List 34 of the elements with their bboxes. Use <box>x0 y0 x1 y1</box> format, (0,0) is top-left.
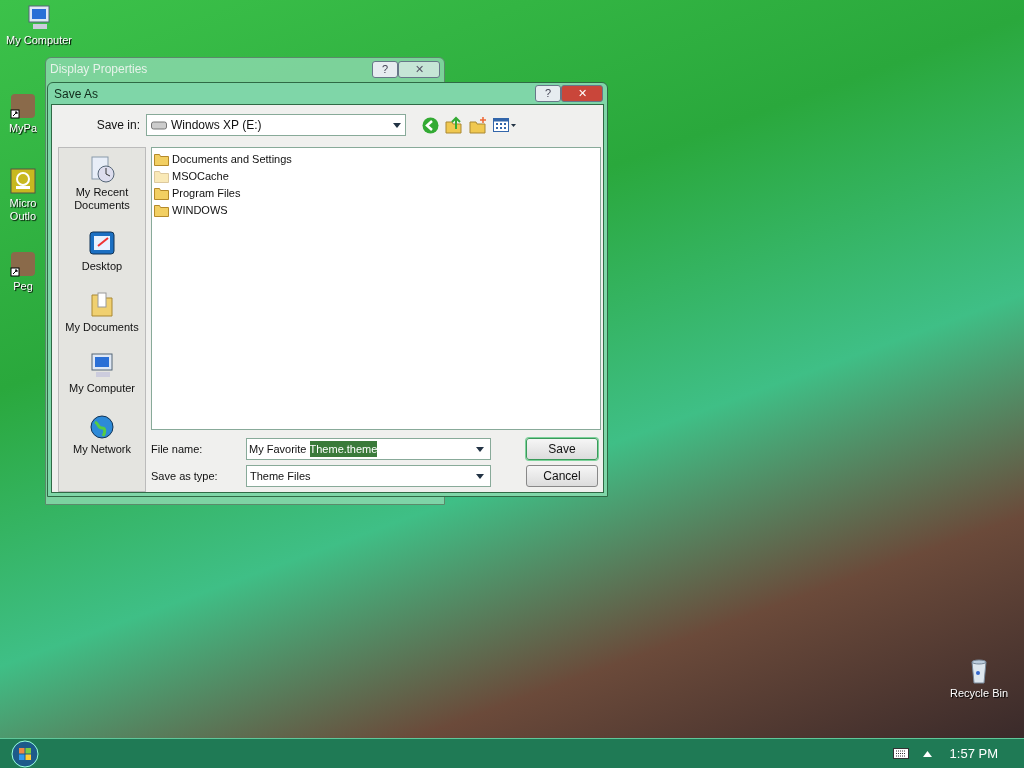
folder-name[interactable]: Documents and Settings <box>172 151 292 168</box>
folder-name[interactable]: MSOCache <box>172 168 229 185</box>
folder-name[interactable]: Program Files <box>172 185 241 202</box>
desktop-icon-label[interactable]: Recycle Bin <box>949 687 1009 700</box>
save-in-label: Save in: <box>95 117 141 134</box>
save-in-dropdown[interactable]: Windows XP (E:) <box>146 114 406 136</box>
dropdown-arrow-icon <box>476 446 484 452</box>
places-bar-item[interactable]: My Recent Documents <box>62 186 142 212</box>
dropdown-arrow-icon <box>476 473 484 479</box>
file-name-field[interactable]: My Favorite Theme.theme <box>246 438 491 460</box>
dropdown-arrow-icon <box>393 122 401 128</box>
folder-name[interactable]: WINDOWS <box>172 202 228 219</box>
folder-up-icon[interactable] <box>445 116 463 134</box>
field-label: File name: <box>151 441 204 457</box>
show-hidden-icons-icon[interactable] <box>922 750 932 757</box>
help-button[interactable]: ? <box>535 85 561 102</box>
clock[interactable]: 1:57 PM <box>949 743 998 764</box>
places-bar-item[interactable]: Desktop <box>62 260 142 273</box>
file-type-dropdown[interactable]: Theme Files <box>246 465 491 487</box>
drive-icon <box>151 120 167 130</box>
save-button[interactable]: Save <box>526 438 598 460</box>
keyboard-icon[interactable] <box>892 748 909 759</box>
field-label: Save as type: <box>151 468 219 484</box>
close-button[interactable]: ✕ <box>398 60 440 78</box>
start-button[interactable] <box>10 738 40 768</box>
help-button[interactable]: ? <box>372 60 398 78</box>
places-bar-item[interactable]: My Network <box>62 443 142 456</box>
cancel-button[interactable]: Cancel <box>526 465 598 487</box>
places-bar-item[interactable]: My Computer <box>62 382 142 395</box>
places-bar-item[interactable]: My Documents <box>62 321 142 334</box>
close-button[interactable]: ✕ <box>561 85 603 102</box>
window-title: Display Properties <box>50 61 148 78</box>
view-menu-icon[interactable] <box>493 118 517 132</box>
window-title: Save As <box>54 85 99 103</box>
